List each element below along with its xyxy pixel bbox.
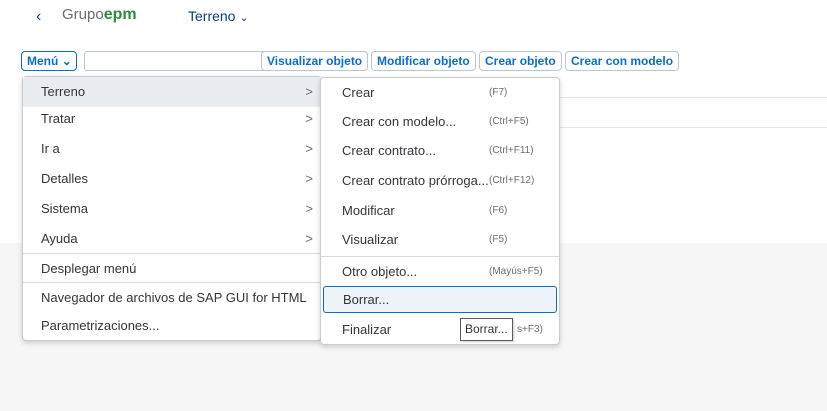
submenu-item-label: Visualizar bbox=[342, 232, 399, 247]
menu-item-label: Detalles bbox=[41, 171, 88, 186]
main-menu: Terreno > Tratar > Ir a > Detalles > Sistema… bbox=[22, 76, 322, 341]
logo-prefix: Grupo bbox=[62, 6, 104, 23]
submenu-item-label: Crear contrato prórroga... bbox=[342, 173, 489, 188]
menu-button[interactable]: Menú ⌄ bbox=[21, 51, 77, 71]
chevron-down-icon: ⌄ bbox=[61, 54, 72, 68]
submenu-item-crear-contrato-prorroga[interactable]: Crear contrato prórroga... (Ctrl+F12) bbox=[321, 166, 559, 196]
command-select[interactable]: ⌄ bbox=[84, 51, 277, 71]
menu-item-tratar[interactable]: Tratar > bbox=[23, 104, 321, 134]
shortcut-label: (F6) bbox=[489, 205, 508, 216]
submenu-item-visualizar[interactable]: Visualizar (F5) bbox=[321, 225, 559, 255]
menu-item-label: Terreno bbox=[41, 84, 86, 99]
submenu-item-borrar[interactable]: Borrar... bbox=[323, 286, 557, 313]
create-with-template-button[interactable]: Crear con modelo bbox=[565, 51, 680, 71]
shortcut-label: (Ctrl+F12) bbox=[489, 175, 535, 186]
submenu-item-otro-objeto[interactable]: Otro objeto... (Mayús+F5) bbox=[321, 256, 559, 286]
divider bbox=[560, 97, 827, 98]
chevron-right-icon: > bbox=[305, 231, 313, 246]
menu-item-ir-a[interactable]: Ir a > bbox=[23, 134, 321, 164]
chevron-right-icon: > bbox=[305, 141, 313, 156]
menu-item-label: Ayuda bbox=[41, 231, 78, 246]
display-object-button[interactable]: Visualizar objeto bbox=[261, 51, 369, 71]
menu-item-detalles[interactable]: Detalles > bbox=[23, 164, 321, 194]
submenu-item-label: Otro objeto... bbox=[342, 264, 418, 279]
chevron-right-icon: > bbox=[305, 201, 313, 216]
submenu-item-modificar[interactable]: Modificar (F6) bbox=[321, 196, 559, 226]
chevron-right-icon: > bbox=[305, 111, 313, 126]
company-logo: Grupoepm bbox=[62, 6, 137, 24]
menu-item-label: Ir a bbox=[41, 141, 60, 156]
submenu-item-crear-contrato[interactable]: Crear contrato... (Ctrl+F11) bbox=[321, 136, 559, 166]
menu-item-terreno[interactable]: Terreno > bbox=[23, 77, 321, 107]
app-title-dropdown[interactable]: Terreno ⌄ bbox=[188, 8, 249, 24]
menu-item-desplegar-menu[interactable]: Desplegar menú bbox=[23, 253, 321, 283]
shortcut-label: (Ctrl+F5) bbox=[489, 116, 529, 127]
submenu-item-label: Borrar... bbox=[343, 292, 390, 307]
submenu-item-finalizar[interactable]: Finalizar s+F3) bbox=[321, 315, 559, 345]
submenu-item-label: Finalizar bbox=[342, 322, 392, 337]
shell-header: ‹ Grupoepm Terreno ⌄ bbox=[0, 0, 827, 34]
shortcut-label: (Mayús+F5) bbox=[489, 266, 543, 277]
menu-item-label: Desplegar menú bbox=[41, 261, 137, 276]
change-object-button[interactable]: Modificar objeto bbox=[371, 51, 476, 71]
menu-item-file-browser[interactable]: Navegador de archivos de SAP GUI for HTM… bbox=[23, 282, 321, 312]
menu-item-parametrizaciones[interactable]: Parametrizaciones... bbox=[23, 311, 321, 341]
tooltip: Borrar... bbox=[460, 318, 513, 341]
shortcut-label: (F7) bbox=[489, 87, 508, 98]
shortcut-label: (Ctrl+F11) bbox=[489, 145, 534, 156]
chevron-right-icon: > bbox=[305, 84, 313, 99]
menu-item-label: Tratar bbox=[41, 111, 76, 126]
submenu-item-label: Crear con modelo... bbox=[342, 114, 457, 129]
logo-suffix: epm bbox=[103, 6, 137, 23]
chevron-down-icon: ⌄ bbox=[239, 12, 249, 24]
app-title: Terreno bbox=[188, 8, 236, 24]
submenu-item-crear[interactable]: Crear (F7) bbox=[321, 78, 559, 108]
chevron-right-icon: > bbox=[305, 171, 313, 186]
menu-item-sistema[interactable]: Sistema > bbox=[23, 194, 321, 224]
menu-item-label: Sistema bbox=[41, 201, 88, 216]
back-icon[interactable]: ‹ bbox=[36, 8, 41, 26]
menu-item-ayuda[interactable]: Ayuda > bbox=[23, 224, 321, 254]
terreno-submenu: Crear (F7) Crear con modelo... (Ctrl+F5) C… bbox=[320, 77, 560, 345]
shortcut-label: (F5) bbox=[489, 234, 508, 245]
menu-item-label: Parametrizaciones... bbox=[41, 318, 160, 333]
submenu-item-label: Crear bbox=[342, 85, 375, 100]
menu-item-label: Navegador de archivos de SAP GUI for HTM… bbox=[41, 290, 307, 305]
submenu-item-label: Modificar bbox=[342, 203, 395, 218]
divider bbox=[560, 127, 827, 128]
submenu-item-crear-con-modelo[interactable]: Crear con modelo... (Ctrl+F5) bbox=[321, 107, 559, 137]
shortcut-label: s+F3) bbox=[517, 324, 543, 335]
menu-label: Menú bbox=[27, 54, 59, 68]
submenu-item-label: Crear contrato... bbox=[342, 143, 436, 158]
create-object-button[interactable]: Crear objeto bbox=[479, 51, 562, 71]
